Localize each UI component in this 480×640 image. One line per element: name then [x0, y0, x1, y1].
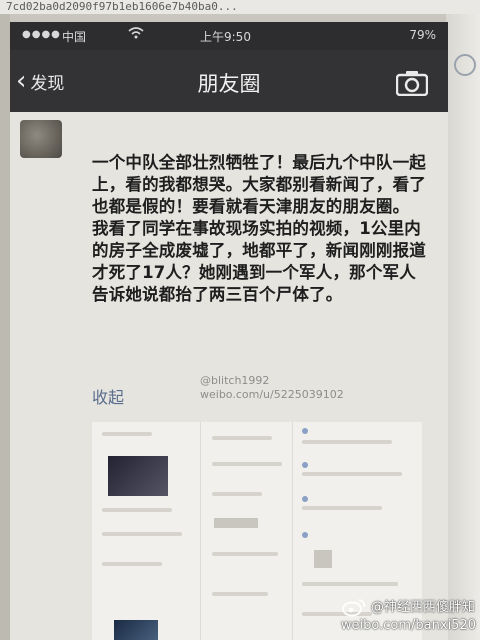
collapse-link[interactable]: 收起 — [92, 384, 124, 408]
status-bar: ●●●● 中国 上午9:50 79% — [10, 22, 448, 50]
post-paragraph: 我看了同学在事故现场实拍的视频，1公里内的房子全成废墟了，地都平了，新闻刚刚报道… — [92, 219, 426, 304]
thumb-line — [302, 506, 382, 510]
post-text: 一个中队全部壮烈牺牲了！最后九个中队一起上，看的我都想哭。大家都别看新闻了，看了… — [92, 152, 432, 306]
image-watermark: @blitch1992 weibo.com/u/5225039102 — [200, 374, 344, 402]
signal-icon: ●●●● — [22, 29, 61, 40]
reload-icon[interactable] — [454, 54, 476, 76]
thumb-line — [212, 592, 268, 596]
thumb-line — [302, 582, 398, 586]
thumb-line — [102, 562, 162, 566]
thumb-block — [214, 518, 258, 528]
wifi-icon — [128, 27, 144, 42]
thumb-line — [212, 492, 262, 496]
thumb-line — [212, 462, 282, 466]
desktop-left-edge — [0, 14, 10, 640]
thumb-dot — [302, 496, 308, 502]
watermark-handle: @blitch1992 — [200, 374, 270, 387]
page-title: 朋友圈 — [197, 72, 261, 96]
thumb-photo — [114, 620, 158, 640]
thumb-dot — [302, 532, 308, 538]
thumb-line — [302, 440, 392, 444]
watermark-url: weibo.com/u/5225039102 — [200, 388, 344, 401]
nav-bar: ‹ 发现 朋友圈 — [10, 50, 448, 112]
weibo-watermark: @神经西西傻胖知 weibo.com/banxi520 — [341, 597, 476, 634]
thumb-line — [102, 532, 182, 536]
moments-feed: 一个中队全部壮烈牺牲了！最后九个中队一起上，看的我都想哭。大家都别看新闻了，看了… — [10, 112, 448, 640]
weibo-logo-icon — [342, 599, 365, 617]
thumb-divider — [200, 422, 201, 640]
battery-level: 79% — [409, 28, 436, 42]
phone-screen: ●●●● 中国 上午9:50 79% ‹ 发现 朋友圈 一个中队全部壮烈牺牲了！… — [10, 22, 448, 640]
thumb-dot — [302, 462, 308, 468]
avatar[interactable] — [20, 120, 62, 158]
weibo-url: weibo.com/banxi520 — [340, 618, 476, 633]
thumb-photo — [108, 456, 168, 496]
browser-side-panel — [446, 14, 480, 640]
camera-icon[interactable] — [396, 70, 428, 96]
thumb-block — [314, 550, 332, 568]
carrier-label: 中国 — [62, 30, 87, 44]
thumb-dot — [302, 428, 308, 434]
thumb-divider — [292, 422, 293, 640]
post-paragraph: 一个中队全部壮烈牺牲了！最后九个中队一起上，看的我都想哭。大家都别看新闻了，看了… — [92, 153, 426, 216]
thumb-line — [102, 508, 172, 512]
weibo-handle: @神经西西傻胖知 — [370, 599, 475, 615]
thumb-line — [212, 552, 278, 556]
thumb-line — [212, 436, 272, 440]
thumb-line — [102, 432, 152, 436]
status-time: 上午9:50 — [200, 30, 251, 44]
browser-address-bar[interactable]: 7cd02ba0d2090f97b1eb1606e7b40ba0... — [0, 0, 480, 14]
thumb-line — [302, 472, 402, 476]
